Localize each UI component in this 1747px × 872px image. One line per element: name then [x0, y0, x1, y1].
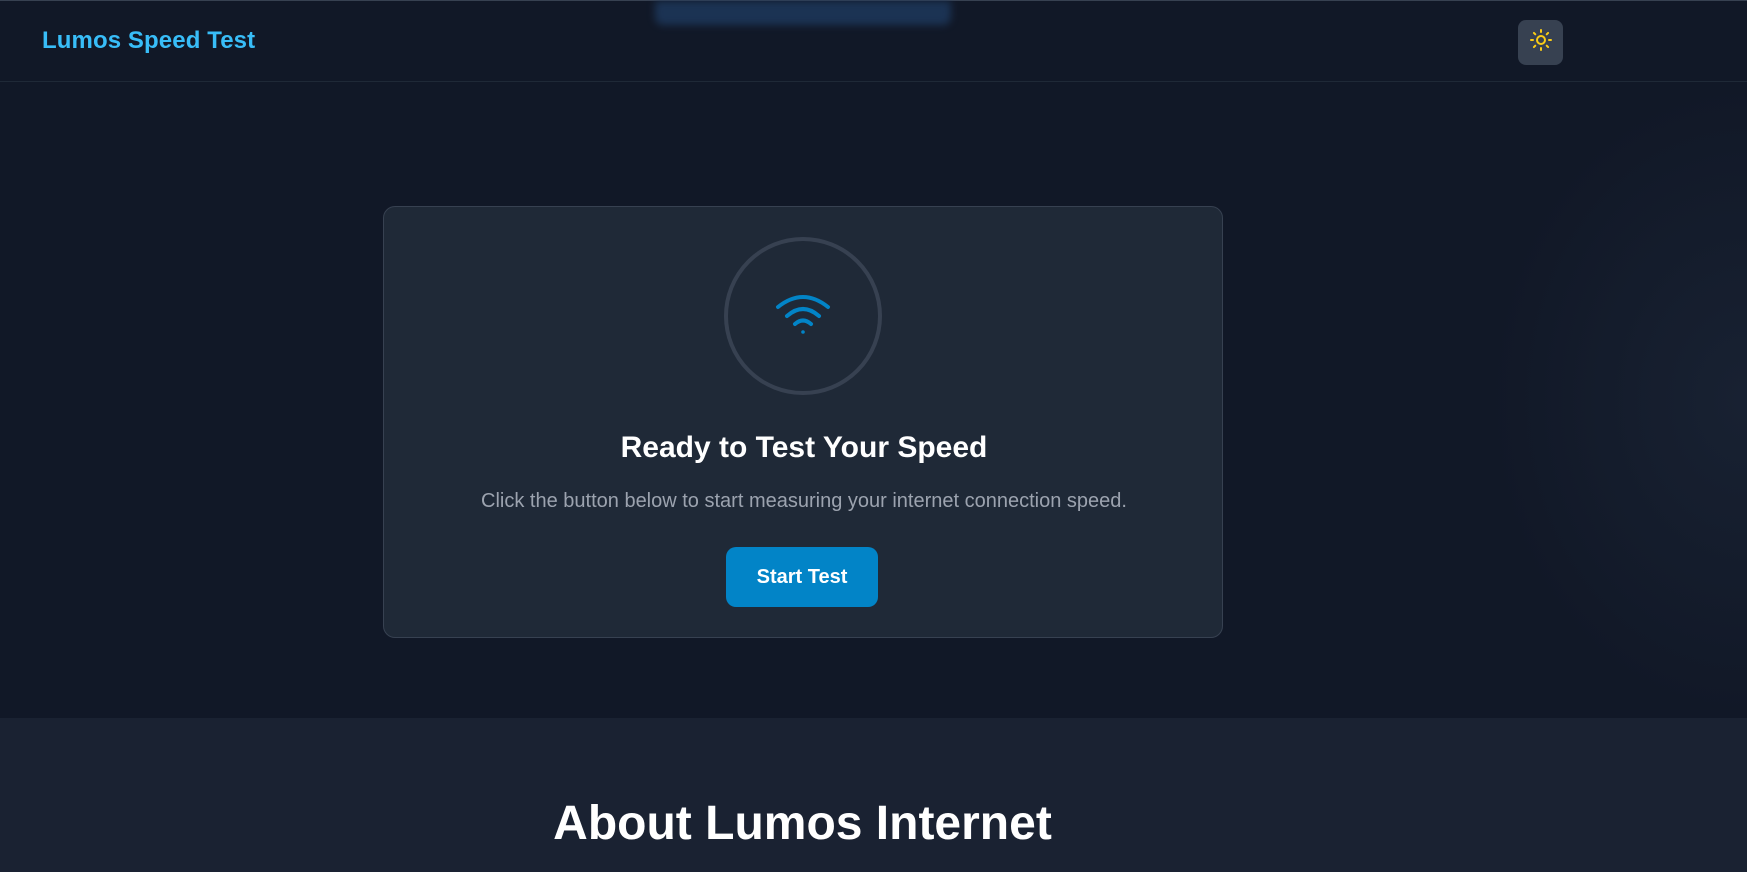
top-nav: Lumos Speed Test: [0, 0, 1747, 82]
sun-icon: [1529, 28, 1553, 57]
card-description: Click the button below to start measurin…: [481, 490, 1127, 512]
top-glow-decoration: [655, 1, 951, 25]
start-test-button[interactable]: Start Test: [726, 547, 878, 607]
theme-toggle-button[interactable]: [1518, 20, 1563, 65]
card-title: Ready to Test Your Speed: [620, 431, 988, 464]
brand-title[interactable]: Lumos Speed Test: [42, 27, 255, 55]
wifi-icon: [774, 291, 832, 342]
about-title: About Lumos Internet: [553, 797, 1052, 850]
status-ring: [724, 237, 882, 395]
about-section: About Lumos Internet: [0, 718, 1747, 872]
right-shade-decoration: [1487, 82, 1747, 718]
speed-test-card: Ready to Test Your Speed Click the butto…: [383, 206, 1223, 638]
page: Lumos Speed Test Ready to Test Your Spee…: [0, 0, 1747, 872]
